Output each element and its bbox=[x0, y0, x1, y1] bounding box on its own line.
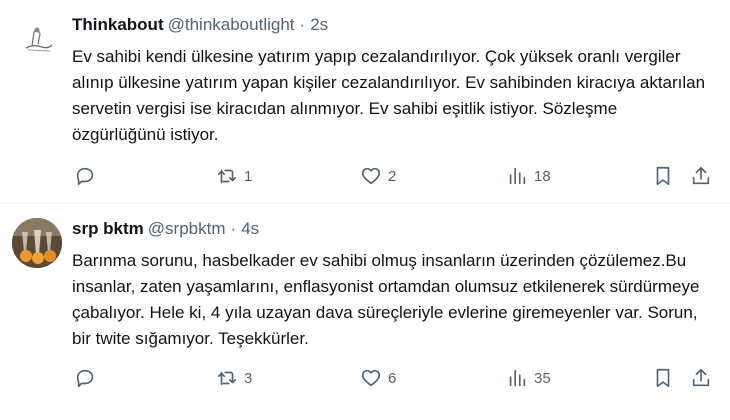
heart-icon bbox=[361, 167, 381, 185]
views-icon bbox=[509, 167, 526, 185]
retweet-count: 3 bbox=[244, 369, 253, 387]
share-icon bbox=[692, 368, 710, 387]
tweet-text: Barınma sorunu, hasbelkader ev sahibi ol… bbox=[72, 251, 700, 348]
bookmark-icon bbox=[656, 166, 670, 186]
reply-icon bbox=[76, 167, 94, 186]
retweet-button[interactable]: 1 bbox=[216, 164, 252, 188]
avatar[interactable] bbox=[12, 14, 62, 64]
retweet-button[interactable]: 3 bbox=[216, 366, 252, 390]
avatar[interactable] bbox=[12, 218, 62, 268]
reply-button[interactable] bbox=[74, 164, 102, 188]
display-name[interactable]: Thinkabout bbox=[72, 15, 164, 34]
view-count: 18 bbox=[534, 167, 551, 185]
views-icon bbox=[509, 369, 526, 387]
sketch-avatar-image bbox=[12, 14, 62, 64]
views-button[interactable]: 18 bbox=[506, 164, 551, 188]
view-count: 35 bbox=[534, 369, 551, 387]
action-bar: 3 6 35 bbox=[72, 366, 720, 390]
bookmark-button[interactable] bbox=[652, 366, 674, 390]
display-name[interactable]: srp bktm bbox=[72, 219, 144, 238]
share-icon bbox=[692, 166, 710, 185]
action-bar: 1 2 18 bbox=[72, 164, 720, 188]
bookmark-button[interactable] bbox=[652, 164, 674, 188]
like-button[interactable]: 6 bbox=[360, 366, 396, 390]
timestamp[interactable]: 4s bbox=[241, 219, 259, 238]
like-count: 2 bbox=[388, 167, 397, 185]
heart-icon bbox=[361, 369, 381, 387]
bookmark-icon bbox=[656, 368, 670, 388]
separator-dot: · bbox=[230, 219, 237, 238]
retweet-icon bbox=[217, 169, 237, 184]
tweet[interactable]: Thinkabout @thinkaboutlight · 2s Ev sahibi … bbox=[0, 0, 730, 204]
tweet-text: Ev sahibi kendi ülkesine yatırım yapıp c… bbox=[72, 47, 706, 144]
reply-button[interactable] bbox=[74, 366, 102, 390]
drinks-avatar-image bbox=[12, 218, 62, 268]
share-button[interactable] bbox=[690, 164, 712, 188]
like-button[interactable]: 2 bbox=[360, 164, 396, 188]
reply-icon bbox=[76, 369, 94, 388]
separator-dot: · bbox=[299, 15, 306, 34]
retweet-count: 1 bbox=[244, 167, 253, 185]
views-button[interactable]: 35 bbox=[506, 366, 551, 390]
user-handle[interactable]: @srpbktm bbox=[148, 219, 226, 238]
share-button[interactable] bbox=[690, 366, 712, 390]
tweet-header: srp bktm @srpbktm · 4s bbox=[72, 218, 259, 240]
tweet[interactable]: srp bktm @srpbktm · 4s Barınma sorunu, hasb… bbox=[0, 204, 730, 420]
retweet-icon bbox=[217, 371, 237, 386]
tweet-header: Thinkabout @thinkaboutlight · 2s bbox=[72, 14, 328, 36]
user-handle[interactable]: @thinkaboutlight bbox=[168, 15, 295, 34]
timestamp[interactable]: 2s bbox=[310, 15, 328, 34]
like-count: 6 bbox=[388, 369, 397, 387]
